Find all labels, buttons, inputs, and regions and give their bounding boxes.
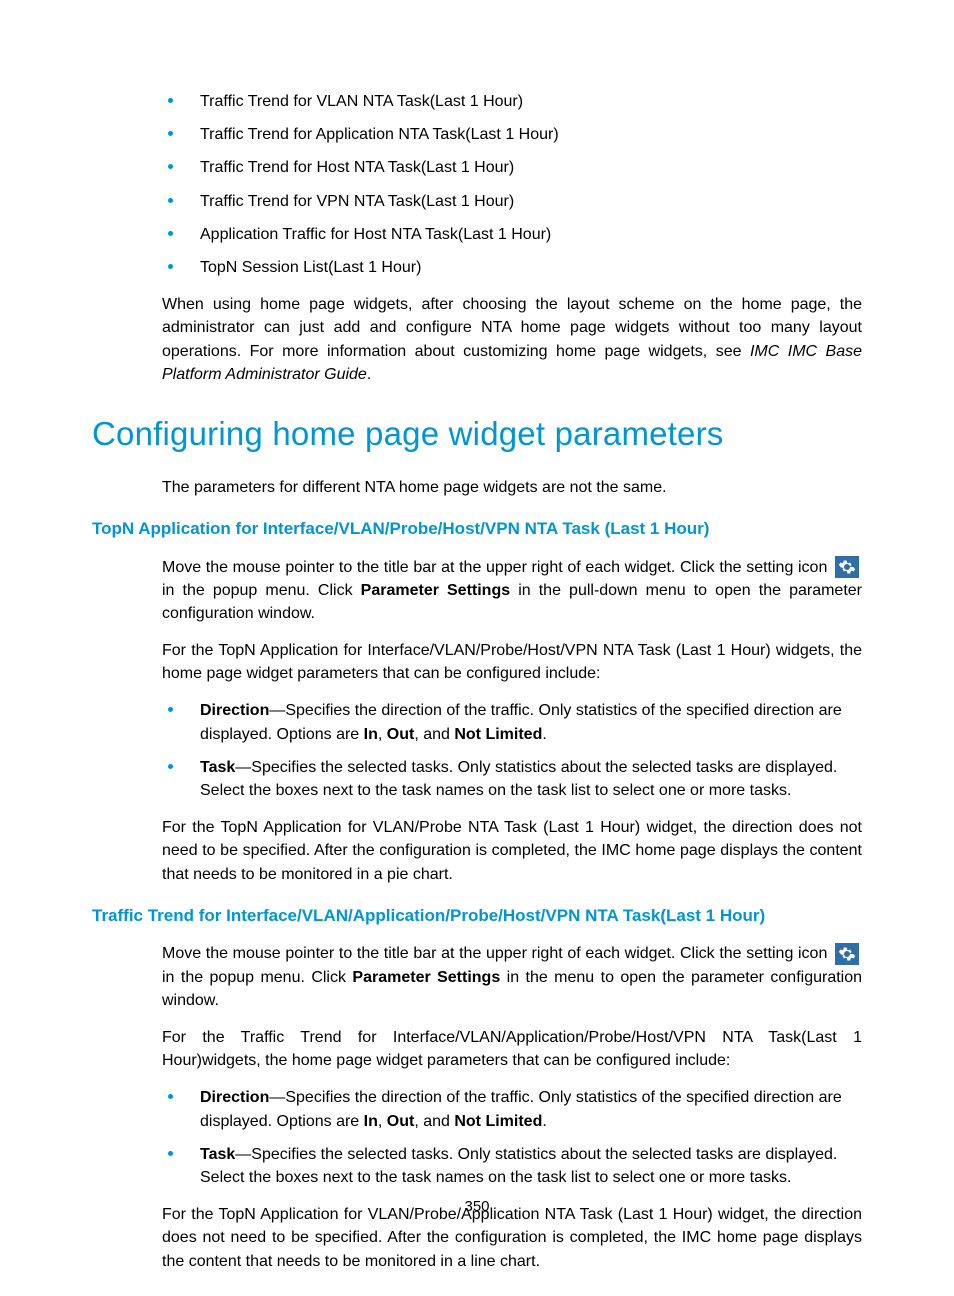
intro-end: . [367,366,371,383]
section-intro: The parameters for different NTA home pa… [162,476,862,499]
list-item-text: Traffic Trend for VLAN NTA Task(Last 1 H… [200,93,523,110]
page-number: 350 [0,1196,954,1218]
text: , and [414,726,454,743]
list-item: Direction—Specifies the direction of the… [162,1086,862,1132]
text: , [378,1113,387,1130]
param-label: Direction [200,1089,269,1106]
subsection-1-body: Move the mouse pointer to the title bar … [162,556,862,886]
list-item: Direction—Specifies the direction of the… [162,699,862,745]
text: in the popup menu. Click [162,582,361,599]
page-content: Traffic Trend for VLAN NTA Task(Last 1 H… [0,0,954,1273]
subsection-2-body: Move the mouse pointer to the title bar … [162,942,862,1272]
sub1-paragraph-3: For the TopN Application for VLAN/Probe … [162,816,862,886]
bold-text: Parameter Settings [352,969,500,986]
text: . [542,1113,546,1130]
list-item: Traffic Trend for VLAN NTA Task(Last 1 H… [162,90,862,113]
top-bullet-block: Traffic Trend for VLAN NTA Task(Last 1 H… [162,90,862,386]
gear-icon [835,943,859,965]
sub1-paragraph-2: For the TopN Application for Interface/V… [162,639,862,685]
text: , and [414,1113,454,1130]
text: Move the mouse pointer to the title bar … [162,945,832,962]
subsection-heading-2: Traffic Trend for Interface/VLAN/Applica… [92,904,862,929]
sub2-paragraph-2: For the Traffic Trend for Interface/VLAN… [162,1026,862,1072]
option-out: Out [387,1113,415,1130]
text: in the popup menu. Click [162,969,352,986]
section-intro-block: The parameters for different NTA home pa… [162,476,862,499]
param-label: Task [200,1146,235,1163]
top-bullet-list: Traffic Trend for VLAN NTA Task(Last 1 H… [162,90,862,279]
text: —Specifies the selected tasks. Only stat… [200,759,837,799]
list-item-text: Traffic Trend for Application NTA Task(L… [200,126,559,143]
text: . [542,726,546,743]
option-in: In [364,726,378,743]
gear-icon [835,556,859,578]
subsection-heading-1: TopN Application for Interface/VLAN/Prob… [92,517,862,542]
intro-paragraph: When using home page widgets, after choo… [162,293,862,386]
list-item-text: Traffic Trend for Host NTA Task(Last 1 H… [200,159,514,176]
option-not-limited: Not Limited [454,726,542,743]
section-heading: Configuring home page widget parameters [92,410,862,458]
sub1-param-list: Direction—Specifies the direction of the… [162,699,862,802]
list-item: Traffic Trend for Host NTA Task(Last 1 H… [162,156,862,179]
option-out: Out [387,726,415,743]
list-item: Application Traffic for Host NTA Task(La… [162,223,862,246]
bold-text: Parameter Settings [361,582,510,599]
list-item: Traffic Trend for VPN NTA Task(Last 1 Ho… [162,190,862,213]
text: —Specifies the selected tasks. Only stat… [200,1146,837,1186]
sub1-paragraph-1: Move the mouse pointer to the title bar … [162,556,862,626]
sub2-paragraph-1: Move the mouse pointer to the title bar … [162,942,862,1012]
list-item: Traffic Trend for Application NTA Task(L… [162,123,862,146]
param-label: Task [200,759,235,776]
list-item: Task—Specifies the selected tasks. Only … [162,756,862,802]
list-item: Task—Specifies the selected tasks. Only … [162,1143,862,1189]
list-item: TopN Session List(Last 1 Hour) [162,256,862,279]
option-in: In [364,1113,378,1130]
text: , [378,726,387,743]
text: Move the mouse pointer to the title bar … [162,559,832,576]
list-item-text: TopN Session List(Last 1 Hour) [200,259,421,276]
param-label: Direction [200,702,269,719]
sub2-param-list: Direction—Specifies the direction of the… [162,1086,862,1189]
list-item-text: Application Traffic for Host NTA Task(La… [200,226,551,243]
option-not-limited: Not Limited [454,1113,542,1130]
list-item-text: Traffic Trend for VPN NTA Task(Last 1 Ho… [200,193,514,210]
